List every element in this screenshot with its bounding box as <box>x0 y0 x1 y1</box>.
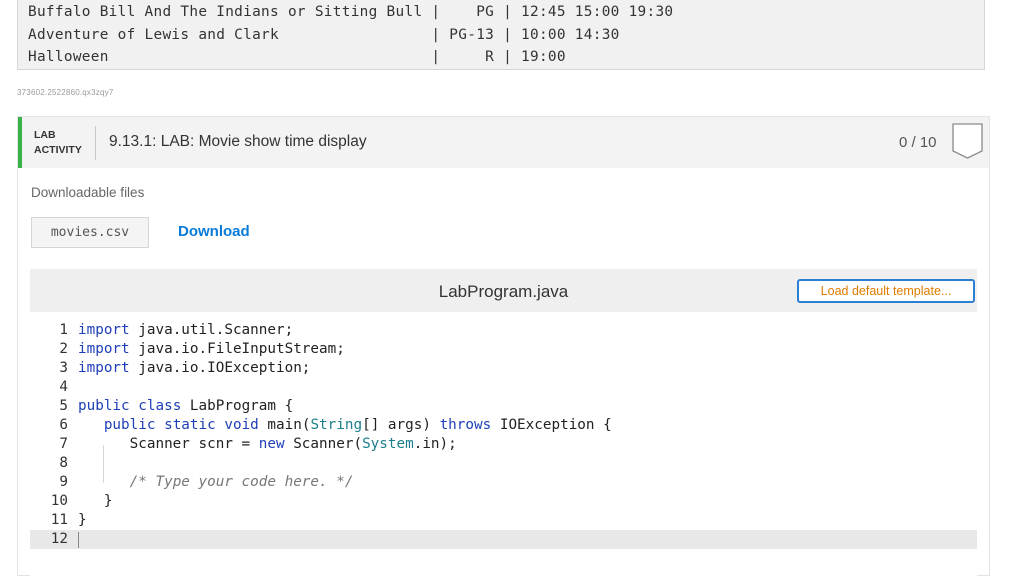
lab-activity-tag: LAB ACTIVITY <box>34 128 82 158</box>
code-line[interactable]: 6 public static void main(String[] args)… <box>30 416 977 435</box>
line-number: 3 <box>59 360 68 376</box>
code-text: public class LabProgram { <box>78 398 294 414</box>
code-text: /* Type your code here. */ <box>129 474 354 490</box>
sample-output-line: Halloween | R | 19:00 <box>28 49 566 66</box>
code-line[interactable]: 8 <box>30 454 977 473</box>
code-text: import java.io.FileInputStream; <box>78 341 345 357</box>
code-line[interactable]: 9 /* Type your code here. */ <box>30 473 977 492</box>
line-number: 6 <box>59 417 68 433</box>
code-text: public static void main(String[] args) t… <box>103 417 612 433</box>
code-line[interactable]: 7 Scanner scnr = new Scanner(System.in); <box>30 435 977 454</box>
line-number: 5 <box>59 398 68 414</box>
lab-header: LAB ACTIVITY 9.13.1: LAB: Movie show tim… <box>18 117 989 168</box>
lab-activity-card: LAB ACTIVITY 9.13.1: LAB: Movie show tim… <box>17 116 990 579</box>
lab-score: 0 / 10 <box>899 134 937 151</box>
line-number: 7 <box>59 436 68 452</box>
code-line[interactable]: 1 import java.util.Scanner; <box>30 321 977 340</box>
file-name-chip: movies.csv <box>31 217 149 248</box>
code-line[interactable]: 10 } <box>30 492 977 511</box>
sample-output-box: Buffalo Bill And The Indians or Sitting … <box>17 0 985 70</box>
code-text: } <box>78 493 113 509</box>
code-line[interactable]: 2 import java.io.FileInputStream; <box>30 340 977 359</box>
line-number: 1 <box>59 322 68 338</box>
lab-tag-line: ACTIVITY <box>34 144 82 156</box>
code-line[interactable]: 11} <box>30 511 977 530</box>
lab-title: 9.13.1: LAB: Movie show time display <box>109 133 367 150</box>
line-number: 2 <box>59 341 68 357</box>
download-link[interactable]: Download <box>178 223 250 240</box>
downloadable-files-label: Downloadable files <box>31 185 145 200</box>
line-number: 11 <box>50 512 68 528</box>
code-text: import java.io.IOException; <box>78 360 311 376</box>
line-number: 9 <box>59 474 68 490</box>
code-line[interactable]: 4 <box>30 378 977 397</box>
load-default-template-button[interactable]: Load default template... <box>797 279 975 303</box>
header-divider <box>95 126 96 160</box>
code-text: Scanner scnr = new Scanner(System.in); <box>78 436 457 452</box>
code-text-area[interactable]: 1 import java.util.Scanner; 2 import java.i… <box>30 312 977 579</box>
line-number: 8 <box>59 455 68 471</box>
sample-output-line: Adventure of Lewis and Clark | PG-13 | 1… <box>28 26 620 43</box>
score-shield-icon <box>952 123 983 159</box>
code-text: import java.util.Scanner; <box>78 322 294 338</box>
sample-output-line: Buffalo Bill And The Indians or Sitting … <box>28 4 674 20</box>
lab-tag-line: LAB <box>34 129 56 141</box>
code-line[interactable]: 5 public class LabProgram { <box>30 397 977 416</box>
line-number: 4 <box>59 379 68 395</box>
line-number: 10 <box>50 493 68 509</box>
code-line[interactable]: 3 import java.io.IOException; <box>30 359 977 378</box>
content-id-caption: 373602.2522860.qx3zqy7 <box>17 88 114 97</box>
text-cursor <box>78 532 79 548</box>
sample-output-text: Buffalo Bill And The Indians or Sitting … <box>28 1 673 69</box>
code-editor: LabProgram.java Load default template...… <box>30 269 977 579</box>
code-text: } <box>78 512 87 528</box>
code-line[interactable]: 12 <box>30 530 977 549</box>
line-number: 12 <box>50 531 68 547</box>
